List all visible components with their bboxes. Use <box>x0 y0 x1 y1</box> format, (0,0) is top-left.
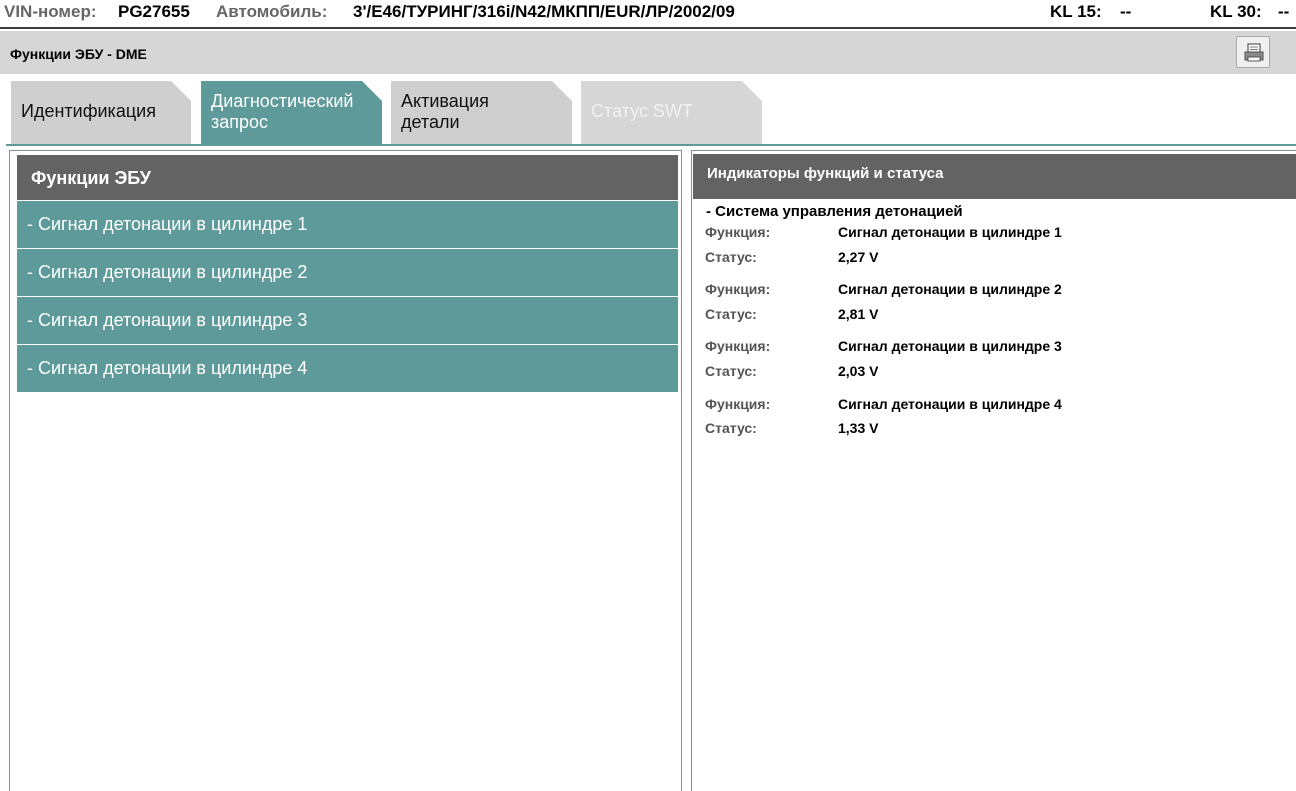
function-value: Сигнал детонации в цилиндре 1 <box>838 224 1062 240</box>
tab-component-activation-label-line2: детали <box>401 112 460 132</box>
tab-swt-status: Статус SWT <box>581 81 762 144</box>
tab-diagnostic-request-label-line2: запрос <box>211 112 269 132</box>
status-label: Статус: <box>705 249 757 265</box>
status-value: 1,33 V <box>838 420 879 436</box>
status-label: Статус: <box>705 306 757 322</box>
function-value: Сигнал детонации в цилиндре 3 <box>838 338 1062 354</box>
function-value: Сигнал детонации в цилиндре 2 <box>838 281 1062 297</box>
kl30-value: -- <box>1278 2 1290 21</box>
page-title: Функции ЭБУ - DME <box>10 46 147 62</box>
title-bar: Функции ЭБУ - DME <box>0 31 1296 74</box>
vin-value: PG27655 <box>118 2 190 21</box>
tab-identification[interactable]: Идентификация <box>11 81 191 144</box>
tab-swt-status-label: Статус SWT <box>591 101 693 121</box>
status-value: 2,03 V <box>838 363 879 379</box>
function-list-item[interactable]: - Сигнал детонации в цилиндре 2 <box>17 249 678 296</box>
ecu-functions-header: Функции ЭБУ <box>17 155 678 200</box>
kl30-label: KL 30: <box>1210 2 1262 21</box>
function-list-item[interactable]: - Сигнал детонации в цилиндре 3 <box>17 297 678 344</box>
status-group-title: - Система управления детонацией <box>706 203 963 220</box>
function-label: Функция: <box>705 396 771 412</box>
status-value: 2,27 V <box>838 249 879 265</box>
status-label: Статус: <box>705 420 757 436</box>
car-label: Автомобиль: <box>216 2 328 21</box>
tab-diagnostic-request[interactable]: Диагностический запрос <box>201 81 382 144</box>
function-label: Функция: <box>705 224 771 240</box>
function-value: Сигнал детонации в цилиндре 4 <box>838 396 1062 412</box>
printer-icon <box>1244 43 1264 62</box>
tab-identification-label: Идентификация <box>21 101 156 121</box>
tab-diagnostic-request-label-line1: Диагностический <box>211 91 354 111</box>
kl15-value: -- <box>1120 2 1132 21</box>
vehicle-info-bar: VIN-номер: PG27655 Автомобиль: 3'/E46/ТУ… <box>0 0 1296 29</box>
function-list-item[interactable]: - Сигнал детонации в цилиндре 1 <box>17 201 678 248</box>
function-label: Функция: <box>705 338 771 354</box>
status-value: 2,81 V <box>838 306 879 322</box>
car-value: 3'/E46/ТУРИНГ/316i/N42/МКПП/EUR/ЛР/2002/… <box>353 2 735 21</box>
vin-label: VIN-номер: <box>4 2 97 21</box>
status-indicators-panel <box>691 150 1296 791</box>
tab-component-activation[interactable]: Активация детали <box>391 81 572 144</box>
function-list-item[interactable]: - Сигнал детонации в цилиндре 4 <box>17 345 678 392</box>
function-label: Функция: <box>705 281 771 297</box>
kl15-label: KL 15: <box>1050 2 1102 21</box>
print-button[interactable] <box>1236 36 1270 68</box>
status-label: Статус: <box>705 363 757 379</box>
tab-component-activation-label-line1: Активация <box>401 91 489 111</box>
status-indicators-header: Индикаторы функций и статуса <box>693 154 1296 199</box>
